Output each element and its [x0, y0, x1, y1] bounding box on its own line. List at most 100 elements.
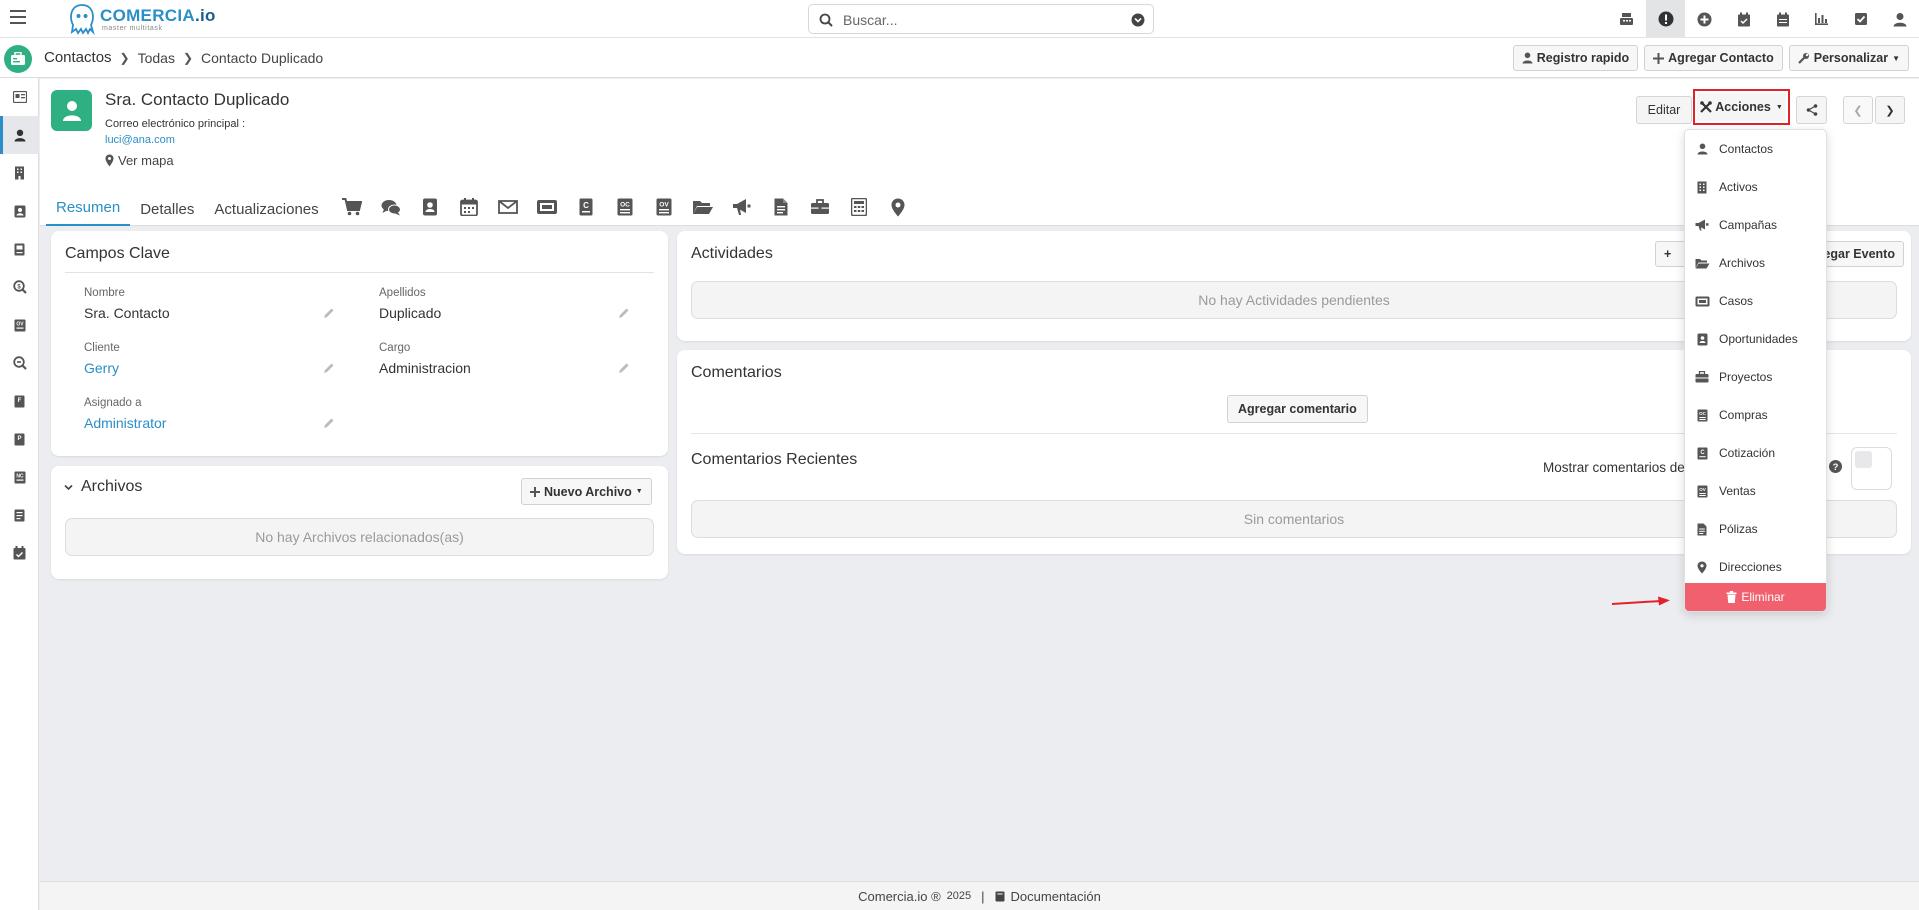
breadcrumb-list[interactable]: Todas: [138, 50, 175, 66]
wrench-icon: [1797, 53, 1809, 64]
add-activity-plus: +: [1664, 247, 1672, 261]
brand-name: COMERCIA: [100, 5, 195, 25]
svg-text:C: C: [1700, 449, 1705, 455]
next-record-button[interactable]: ❯: [1875, 96, 1905, 124]
customize-button[interactable]: Personalizar ▼: [1788, 45, 1909, 71]
module-home-icon[interactable]: [4, 45, 32, 73]
share-button[interactable]: [1796, 96, 1827, 124]
record-header: Sra. Contacto Duplicado Correo electróni…: [40, 79, 1919, 226]
search-icon: [819, 13, 833, 27]
tab-comments-icon[interactable]: [371, 192, 410, 222]
topbar-add-icon[interactable]: [1685, 0, 1724, 38]
tab-cart-icon[interactable]: [332, 192, 371, 222]
edit-pencil-icon[interactable]: [323, 362, 335, 374]
email-link[interactable]: luci@ana.com: [105, 134, 175, 146]
menu-item-proyectos[interactable]: Proyectos: [1685, 358, 1826, 396]
edit-pencil-icon[interactable]: [323, 307, 335, 319]
sidebar-item-search-money[interactable]: $: [0, 268, 39, 306]
app-logo[interactable]: COMERCIA.io master multitask: [68, 2, 216, 36]
tools-icon: [1700, 101, 1713, 113]
tab-detalles[interactable]: Detalles: [130, 193, 204, 226]
comments-filter-toggle[interactable]: [1851, 447, 1892, 490]
sidebar-item-calendar-check[interactable]: [0, 534, 39, 572]
menu-item-label: Casos: [1719, 294, 1754, 308]
field-value-asignado[interactable]: Administrator: [84, 415, 166, 431]
new-file-button[interactable]: Nuevo Archivo ▼: [521, 478, 652, 505]
sidebar-item-ledger[interactable]: [0, 230, 39, 268]
add-contact-button[interactable]: Agregar Contacto: [1644, 45, 1783, 71]
tab-calendar-icon[interactable]: [449, 192, 488, 222]
quick-register-label: Registro rapido: [1536, 51, 1630, 65]
field-value-cliente[interactable]: Gerry: [84, 360, 119, 376]
sidebar-item-documents[interactable]: [0, 496, 39, 534]
sidebar-item-companies[interactable]: [0, 154, 39, 192]
tab-ledger-c-icon[interactable]: C: [566, 192, 605, 222]
menu-item-ventas[interactable]: OV Ventas: [1685, 472, 1826, 510]
help-icon[interactable]: ?: [1829, 460, 1842, 473]
sidebar-item-search[interactable]: [0, 344, 39, 382]
menu-item-compras[interactable]: OC Compras: [1685, 396, 1826, 434]
tab-resumen[interactable]: Resumen: [46, 193, 131, 226]
search-input[interactable]: [843, 11, 1113, 29]
divider: [65, 272, 654, 273]
sidebar-item-credit-notes[interactable]: NC: [0, 458, 39, 496]
edit-pencil-icon[interactable]: [618, 307, 630, 319]
sidebar-item-invoices[interactable]: F: [0, 382, 39, 420]
menu-item-label: Proyectos: [1719, 370, 1773, 384]
quick-register-button[interactable]: Registro rapido: [1512, 45, 1639, 71]
field-label-apellidos: Apellidos: [379, 287, 426, 299]
topbar-calendar-icon[interactable]: [1763, 0, 1802, 38]
tab-actualizaciones[interactable]: Actualizaciones: [204, 193, 328, 226]
hamburger-menu-icon[interactable]: [10, 10, 26, 24]
actions-button[interactable]: Acciones ▼: [1697, 93, 1786, 121]
topbar-chart-icon[interactable]: [1802, 0, 1841, 38]
menu-item-campanas[interactable]: Campañas: [1685, 206, 1826, 244]
tab-map-marker-icon[interactable]: [878, 192, 917, 222]
menu-item-cotizacion[interactable]: C Cotización: [1685, 434, 1826, 472]
search-options-icon[interactable]: [1131, 13, 1145, 27]
view-map-link[interactable]: Ver mapa: [105, 153, 174, 168]
sidebar-item-address-book[interactable]: [0, 192, 39, 230]
menu-item-oportunidades[interactable]: Oportunidades: [1685, 320, 1826, 358]
sidebar-item-cards[interactable]: [0, 78, 39, 116]
tab-sales-order-icon[interactable]: OV: [644, 192, 683, 222]
menu-item-casos[interactable]: Casos: [1685, 282, 1826, 320]
menu-item-direcciones[interactable]: Direcciones: [1685, 548, 1826, 586]
edit-pencil-icon[interactable]: [323, 417, 335, 429]
chevron-right-icon: ❯: [1885, 104, 1895, 117]
topbar-alert-icon[interactable]: [1646, 0, 1685, 38]
menu-item-archivos[interactable]: Archivos: [1685, 244, 1826, 282]
tab-spreadsheet-icon[interactable]: [839, 192, 878, 222]
edit-pencil-icon[interactable]: [618, 362, 630, 374]
sidebar-item-contacts[interactable]: [0, 116, 39, 154]
topbar-cash-register-icon[interactable]: [1607, 0, 1646, 38]
topbar-user-icon[interactable]: [1880, 0, 1919, 38]
menu-item-activos[interactable]: Activos: [1685, 168, 1826, 206]
tab-briefcase-icon[interactable]: [800, 192, 839, 222]
menu-item-polizas[interactable]: Pólizas: [1685, 510, 1826, 548]
tab-document-icon[interactable]: [761, 192, 800, 222]
menu-item-label: Contactos: [1719, 142, 1774, 156]
chevron-down-icon[interactable]: [64, 484, 73, 491]
sidebar-item-quotes[interactable]: OV: [0, 306, 39, 344]
topbar-tasks-icon[interactable]: [1841, 0, 1880, 38]
menu-item-contactos[interactable]: Contactos: [1685, 130, 1826, 168]
add-comment-button[interactable]: Agregar comentario: [1227, 395, 1368, 423]
octopus-logo-icon: [70, 4, 95, 35]
delete-button[interactable]: Eliminar: [1685, 583, 1826, 611]
breadcrumb-module[interactable]: Contactos: [44, 49, 112, 66]
trash-icon: [1726, 591, 1737, 603]
tab-purchase-order-icon[interactable]: OC: [605, 192, 644, 222]
tab-email-icon[interactable]: [488, 192, 527, 222]
previous-record-button[interactable]: ❮: [1843, 96, 1873, 124]
tab-megaphone-icon[interactable]: [722, 192, 761, 222]
documentation-link[interactable]: Documentación: [1011, 889, 1101, 904]
tab-ticket-icon[interactable]: [527, 192, 566, 222]
module-sidebar: $ OV F P NC: [0, 78, 39, 910]
tab-address-book-icon[interactable]: [410, 192, 449, 222]
tab-folder-icon[interactable]: [683, 192, 722, 222]
sidebar-item-payments[interactable]: P: [0, 420, 39, 458]
global-search: [808, 4, 1154, 34]
edit-button[interactable]: Editar: [1636, 96, 1692, 124]
topbar-calendar-check-icon[interactable]: [1724, 0, 1763, 38]
